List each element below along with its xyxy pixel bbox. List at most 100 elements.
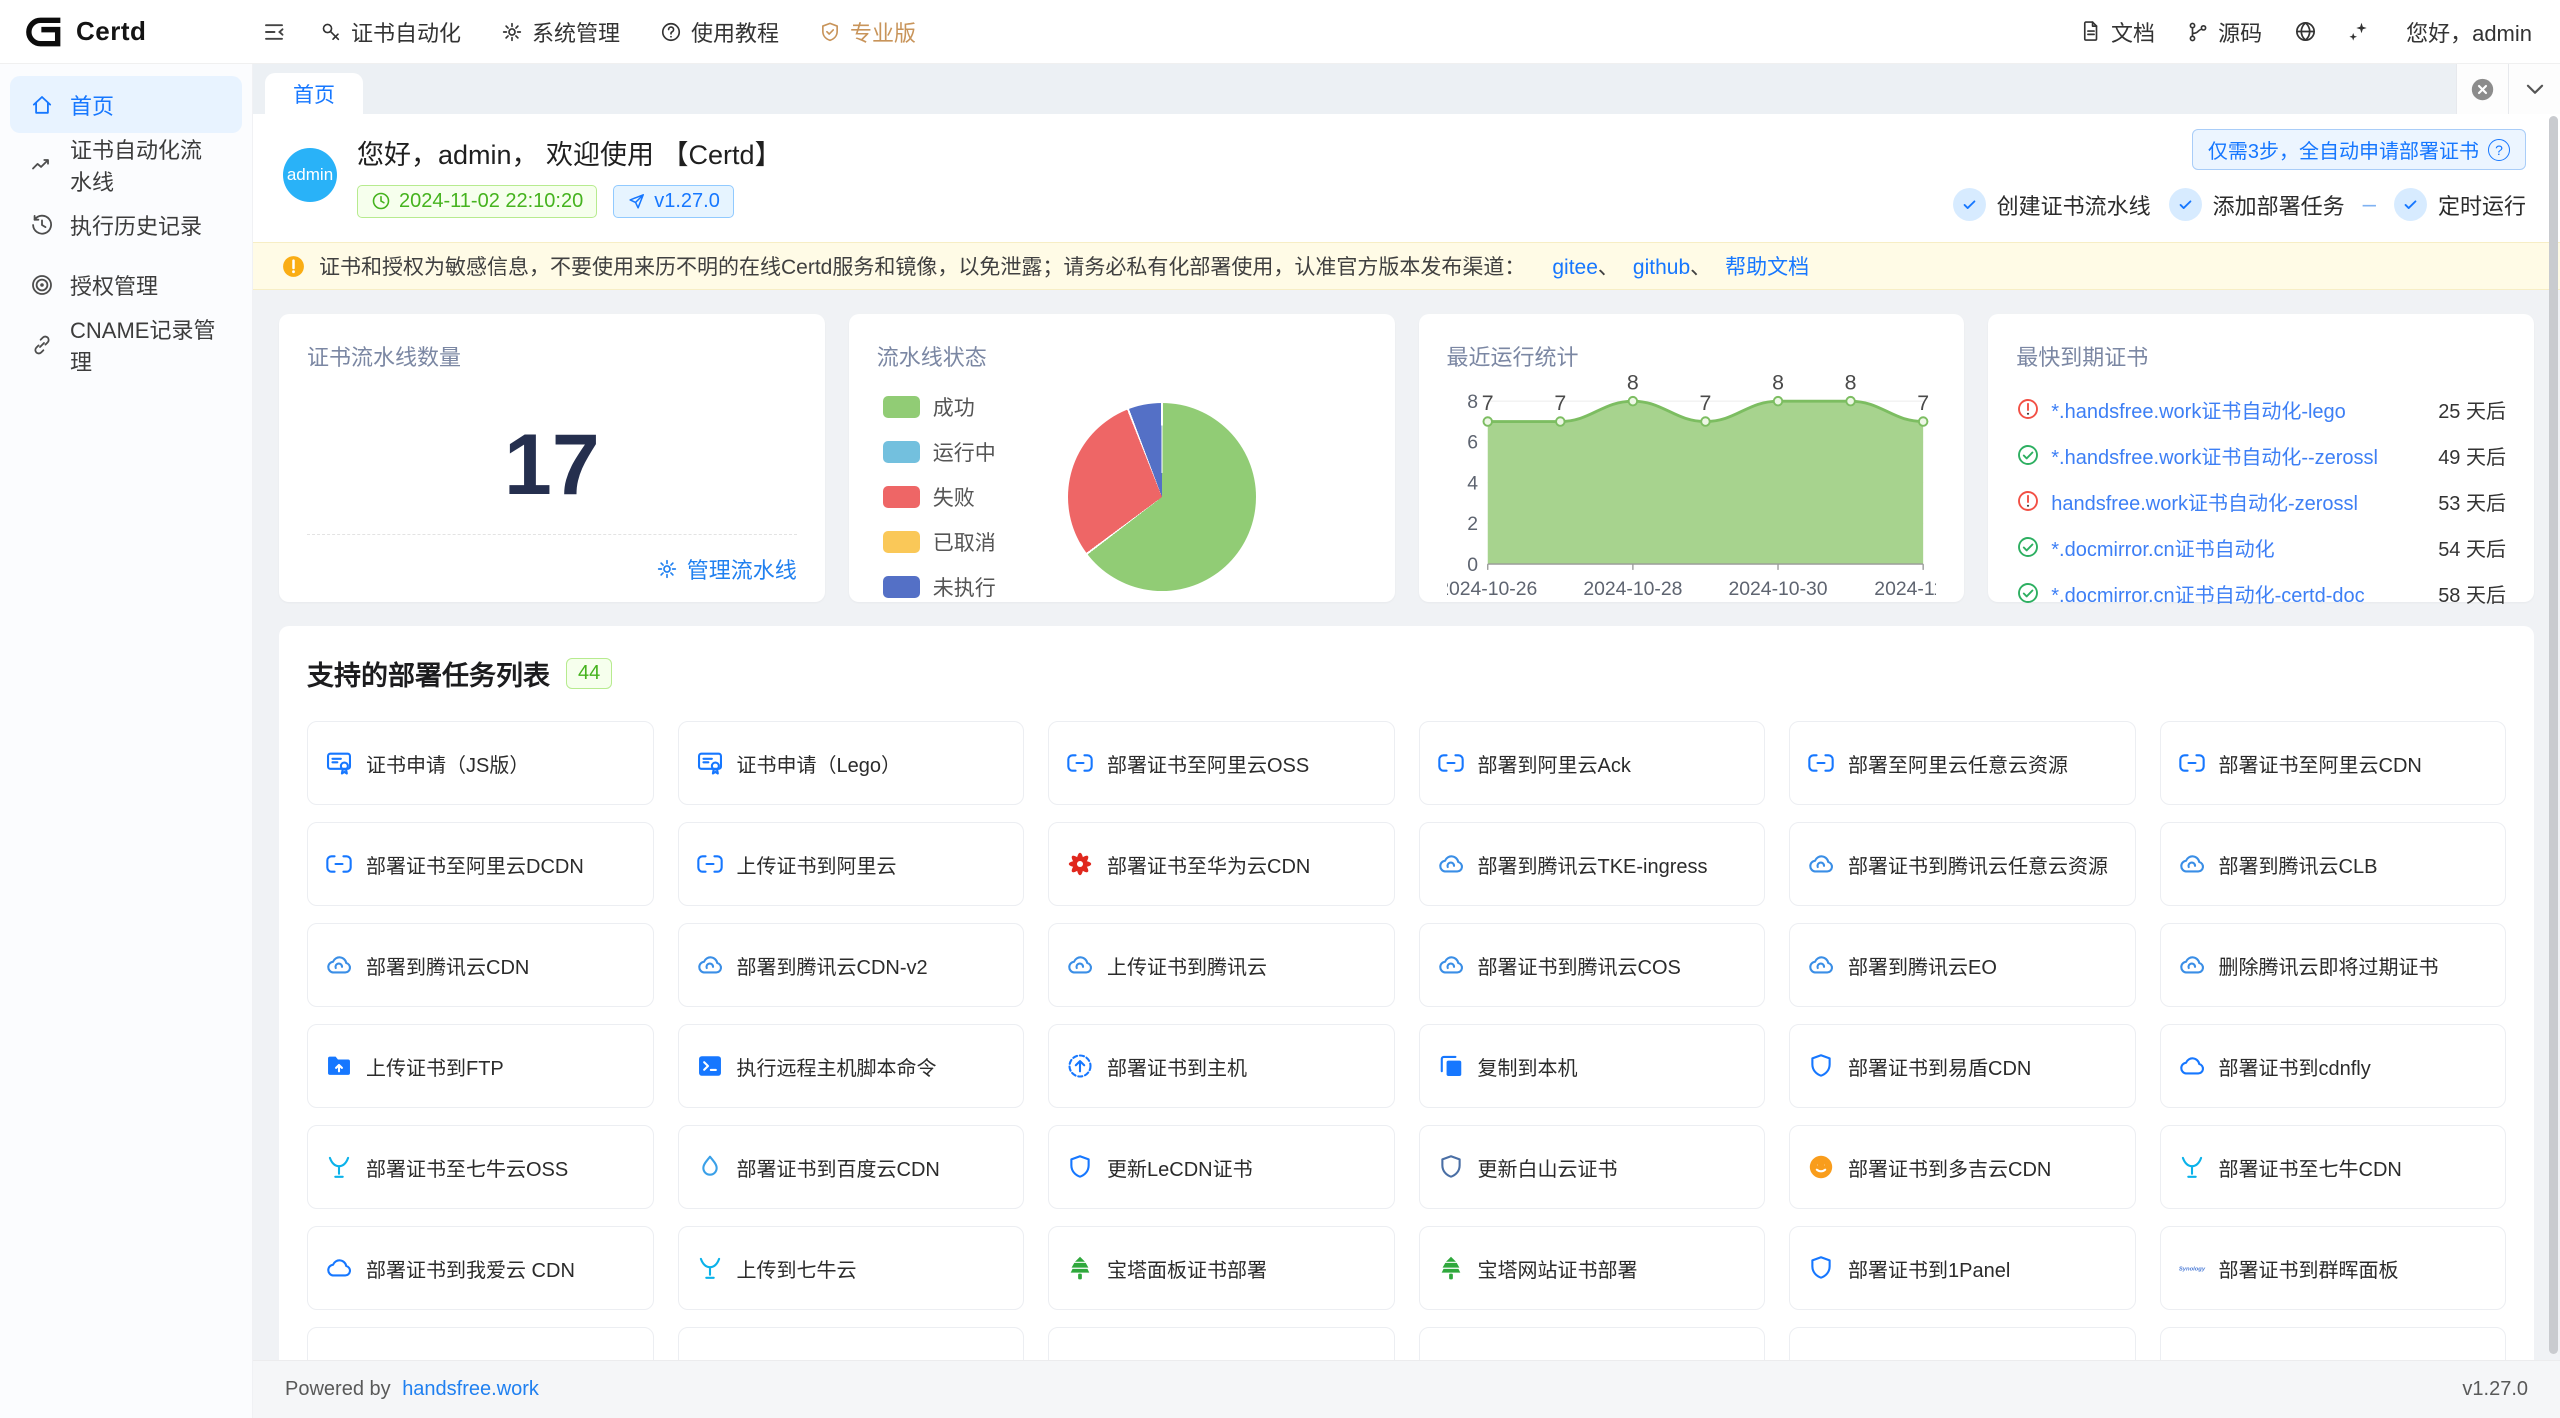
nav-menu-system-manage[interactable]: 系统管理 — [481, 0, 640, 64]
sidebar-item-授权管理[interactable]: 授权管理 — [10, 256, 242, 313]
legend-swatch — [883, 576, 920, 598]
task-card[interactable]: 部署证书到易盾CDN — [1789, 1024, 2136, 1108]
sidebar-item-证书自动化流水线[interactable]: 证书自动化流水线 — [10, 136, 242, 193]
sidebar-item-首页[interactable]: 首页 — [10, 76, 242, 133]
sidebar-item-执行历史记录[interactable]: 执行历史记录 — [10, 196, 242, 253]
svg-text:8: 8 — [1467, 391, 1478, 413]
task-card[interactable]: 上传到七牛云 — [678, 1226, 1025, 1310]
nav-source-button[interactable]: 源码 — [2171, 0, 2278, 64]
task-card[interactable]: 部署证书到1Panel — [1789, 1226, 2136, 1310]
task-card[interactable]: Synology部署证书到群晖面板 — [2160, 1226, 2507, 1310]
task-card-partial[interactable] — [1789, 1327, 2136, 1360]
task-card[interactable]: 部署证书至阿里云OSS — [1048, 721, 1395, 805]
task-card-partial[interactable] — [1419, 1327, 1766, 1360]
task-card[interactable]: 部署证书至七牛CDN — [2160, 1125, 2507, 1209]
alert-link-github[interactable]: github — [1633, 256, 1690, 279]
avatar[interactable]: admin — [283, 148, 337, 202]
task-card[interactable]: 部署至阿里云任意云资源 — [1789, 721, 2136, 805]
task-card[interactable]: 部署证书到cdnfly — [2160, 1024, 2507, 1108]
task-card-partial[interactable] — [1048, 1327, 1395, 1360]
task-card[interactable]: 删除腾讯云即将过期证书 — [2160, 923, 2507, 1007]
legend-item-成功[interactable]: 成功 — [883, 392, 996, 422]
task-card-partial[interactable] — [2160, 1327, 2507, 1360]
legend-item-未执行[interactable]: 未执行 — [883, 572, 996, 602]
task-card[interactable]: 部署证书至阿里云DCDN — [307, 822, 654, 906]
task-card[interactable]: 部署到腾讯云CDN-v2 — [678, 923, 1025, 1007]
task-card[interactable]: 部署到腾讯云TKE-ingress — [1419, 822, 1766, 906]
cert-pipeline-link[interactable]: handsfree.work证书自动化-zerossl — [2051, 487, 2427, 516]
tab-home[interactable]: 首页 — [265, 73, 363, 114]
step-添加部署任务[interactable]: 添加部署任务 — [2169, 188, 2345, 221]
legend-item-失败[interactable]: 失败 — [883, 482, 996, 512]
cert-pipeline-link[interactable]: *.docmirror.cn证书自动化-certd-doc — [2051, 579, 2427, 608]
task-label: 部署证书到主机 — [1107, 1052, 1247, 1081]
nav-menu-cert-automation[interactable]: 证书自动化 — [300, 0, 481, 64]
task-label: 部署到阿里云Ack — [1478, 749, 1631, 778]
task-card[interactable]: 部署到腾讯云EO — [1789, 923, 2136, 1007]
cert-icon — [696, 749, 724, 777]
task-card[interactable]: 部署证书到主机 — [1048, 1024, 1395, 1108]
task-card[interactable]: 部署证书到腾讯云任意云资源 — [1789, 822, 2136, 906]
version-badge: v1.27.0 — [613, 185, 734, 218]
recent-runs-card: 最近运行统计 024682024-10-262024-10-282024-10-… — [1419, 314, 1965, 602]
task-card[interactable]: 宝塔网站证书部署 — [1419, 1226, 1766, 1310]
handsfree-link[interactable]: handsfree.work — [402, 1378, 539, 1400]
task-label: 上传证书到FTP — [366, 1052, 504, 1081]
task-card[interactable]: 部署证书至华为云CDN — [1048, 822, 1395, 906]
task-label: 部署证书到多吉云CDN — [1848, 1153, 2051, 1182]
sidebar-item-CNAME记录管理[interactable]: CNAME记录管理 — [10, 316, 242, 373]
task-card[interactable]: 部署到阿里云Ack — [1419, 721, 1766, 805]
task-card[interactable]: 宝塔面板证书部署 — [1048, 1226, 1395, 1310]
task-card[interactable]: 部署到腾讯云CDN — [307, 923, 654, 1007]
theme-sparkle-button[interactable] — [2332, 0, 2386, 64]
user-greeting[interactable]: 您好，admin — [2386, 16, 2532, 48]
alert-link-gitee[interactable]: gitee — [1552, 256, 1598, 279]
task-card-partial[interactable] — [307, 1327, 654, 1360]
step-定时运行[interactable]: 定时运行 — [2394, 188, 2526, 221]
chevron-down-icon — [2522, 76, 2548, 102]
scrollbar-thumb[interactable] — [2549, 116, 2558, 1354]
task-card[interactable]: 复制到本机 — [1419, 1024, 1766, 1108]
nav-menu-tutorial[interactable]: 使用教程 — [640, 0, 799, 64]
status-pie-chart[interactable] — [1068, 403, 1256, 591]
three-steps-badge[interactable]: 仅需3步，全自动申请部署证书 ? — [2192, 129, 2526, 170]
task-card[interactable]: 部署证书到我爱云 CDN — [307, 1226, 654, 1310]
nav-menu-pro-edition[interactable]: 专业版 — [799, 0, 936, 64]
legend-item-已取消[interactable]: 已取消 — [883, 527, 996, 557]
task-card[interactable]: 执行远程主机脚本命令 — [678, 1024, 1025, 1108]
manage-pipelines-link[interactable]: 管理流水线 — [656, 553, 797, 585]
task-card[interactable]: 证书申请（JS版） — [307, 721, 654, 805]
close-tab-button[interactable] — [2456, 64, 2508, 114]
task-card-partial[interactable] — [678, 1327, 1025, 1360]
menu-fold-icon[interactable] — [248, 20, 300, 44]
brand-name: Certd — [76, 16, 146, 47]
language-globe-button[interactable] — [2278, 0, 2332, 64]
legend-item-运行中[interactable]: 运行中 — [883, 437, 996, 467]
logo[interactable]: Certd — [26, 13, 248, 51]
cert-pipeline-link[interactable]: *.docmirror.cn证书自动化 — [2051, 533, 2427, 562]
tencent-icon — [1807, 850, 1835, 878]
task-card[interactable]: 部署证书到腾讯云COS — [1419, 923, 1766, 1007]
task-card[interactable]: 上传证书到阿里云 — [678, 822, 1025, 906]
task-card[interactable]: 更新白山云证书 — [1419, 1125, 1766, 1209]
task-card[interactable]: 上传证书到FTP — [307, 1024, 654, 1108]
task-card[interactable]: 更新LeCDN证书 — [1048, 1125, 1395, 1209]
task-card[interactable]: 证书申请（Lego） — [678, 721, 1025, 805]
task-label: 上传证书到阿里云 — [737, 850, 897, 879]
cert-pipeline-link[interactable]: *.handsfree.work证书自动化--zerossl — [2051, 441, 2427, 470]
pipeline-count-value: 17 — [307, 416, 797, 515]
tab-menu-button[interactable] — [2508, 64, 2560, 114]
task-label: 部署证书到百度云CDN — [737, 1153, 940, 1182]
alert-link-帮助文档[interactable]: 帮助文档 — [1725, 256, 1809, 279]
cloud-icon — [325, 1254, 353, 1282]
task-card[interactable]: 上传证书到腾讯云 — [1048, 923, 1395, 1007]
task-card[interactable]: 部署证书到多吉云CDN — [1789, 1125, 2136, 1209]
recent-runs-area-chart[interactable]: 024682024-10-262024-10-282024-10-302024-… — [1447, 374, 1937, 601]
cert-pipeline-link[interactable]: *.handsfree.work证书自动化-lego — [2051, 395, 2427, 424]
task-card[interactable]: 部署到腾讯云CLB — [2160, 822, 2507, 906]
step-创建证书流水线[interactable]: 创建证书流水线 — [1953, 188, 2151, 221]
task-card[interactable]: 部署证书至阿里云CDN — [2160, 721, 2507, 805]
task-card[interactable]: 部署证书至七牛云OSS — [307, 1125, 654, 1209]
nav-docs-button[interactable]: 文档 — [2064, 0, 2171, 64]
task-card[interactable]: 部署证书到百度云CDN — [678, 1125, 1025, 1209]
